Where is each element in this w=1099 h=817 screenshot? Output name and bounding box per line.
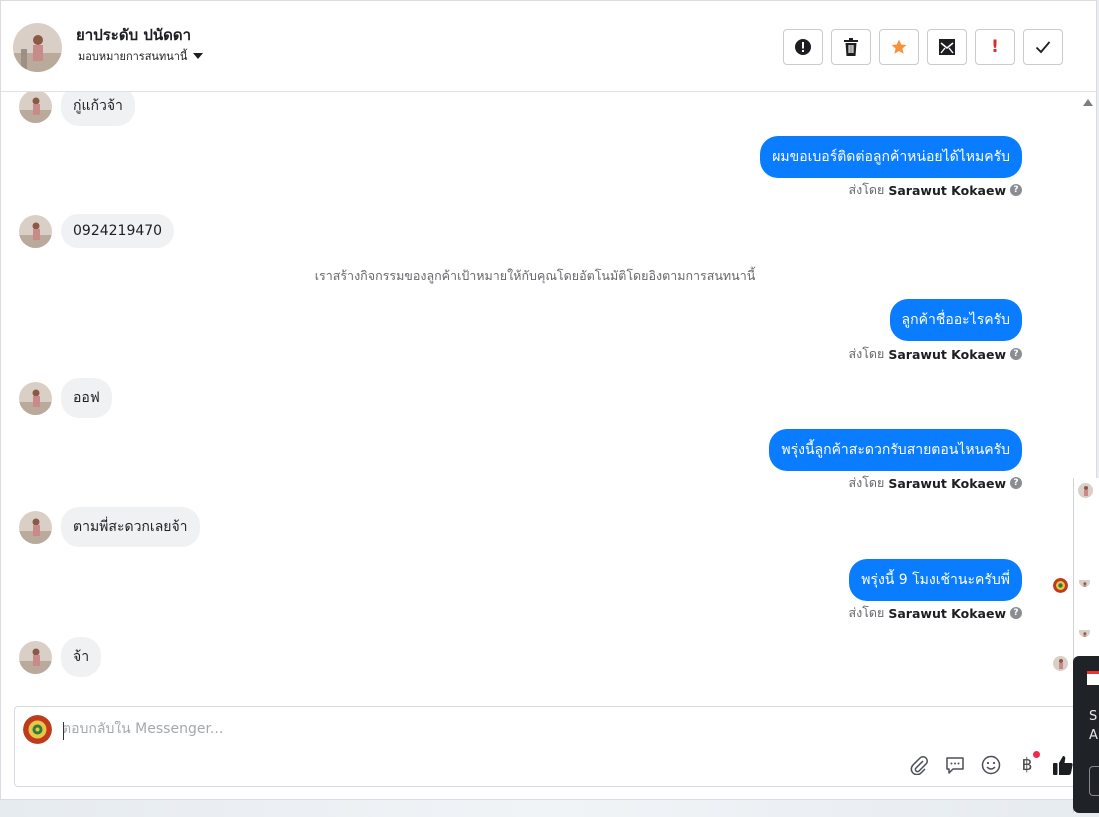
- contact-avatar[interactable]: [13, 23, 62, 72]
- message-bubble: ตามพี่สะดวกเลยจ้า: [61, 507, 200, 547]
- toast-line-1: S: [1089, 709, 1098, 724]
- check-icon: [1035, 41, 1051, 54]
- message-bubble: จ้า: [61, 637, 102, 677]
- contact-avatar: [19, 92, 52, 123]
- sent-by-prefix: ส่งโดย: [848, 182, 885, 197]
- outgoing-message: ลูกค้าชื่ออะไรครับ: [889, 299, 1022, 341]
- toast-button[interactable]: [1089, 766, 1099, 796]
- message-bubble: ผมขอเบอร์ติดต่อลูกค้าหน่อยได้ไหมครับ: [760, 136, 1022, 178]
- reply-composer: ฿: [14, 706, 1089, 787]
- star-icon: [891, 39, 907, 54]
- sent-by-prefix: ส่งโดย: [848, 475, 885, 490]
- paperclip-icon: [910, 756, 928, 775]
- incoming-message: 0924219470: [19, 214, 175, 248]
- assign-label: มอบหมายการสนทนานี้: [78, 50, 188, 63]
- system-notice: เราสร้างกิจกรรมของลูกค้าเป้าหมายให้กับคุ…: [314, 268, 756, 283]
- seen-by-contact-avatar: [1053, 656, 1068, 671]
- seen-by-page-avatar: [1053, 578, 1068, 593]
- help-icon[interactable]: ?: [1010, 607, 1022, 619]
- messenger-inbox-window: ยาประดับ ปนัดดา มอบหมายการสนทนานี้ ! กู่…: [0, 0, 1097, 800]
- header-actions: !: [783, 29, 1063, 65]
- sender-name: Sarawut Kokaew: [888, 182, 1006, 198]
- sent-by-line: ส่งโดย Sarawut Kokaew ?: [848, 603, 1022, 623]
- sender-name: Sarawut Kokaew: [888, 475, 1006, 491]
- conversation-header: ยาประดับ ปนัดดา มอบหมายการสนทนานี้ !: [1, 1, 1096, 92]
- alert-circle-icon: [795, 39, 811, 55]
- message-bubble: ลูกค้าชื่ออะไรครับ: [889, 299, 1022, 341]
- text-cursor: [63, 722, 64, 740]
- message-bubble: พรุ่งนี้ 9 โมงเช้านะครับพี่: [849, 559, 1022, 601]
- help-icon[interactable]: ?: [1010, 348, 1022, 360]
- toast-line-2: A: [1089, 728, 1098, 743]
- mark-unread-icon: [939, 39, 955, 55]
- message-bubble: กู่แก้วจ้า: [61, 92, 135, 126]
- caret-down-icon: [193, 53, 204, 59]
- sent-by-prefix: ส่งโดย: [848, 605, 885, 620]
- incoming-message: จ้า: [19, 637, 102, 677]
- sent-by-line: ส่งโดย Sarawut Kokaew ?: [848, 180, 1022, 200]
- contact-avatar: [1079, 576, 1090, 587]
- emoji-icon: [981, 755, 1001, 775]
- mark-spam-button[interactable]: !: [975, 29, 1015, 65]
- incoming-message: ออฟ: [19, 378, 112, 418]
- sender-name: Sarawut Kokaew: [888, 346, 1006, 362]
- contact-avatar: [19, 640, 52, 674]
- message-bubble: พรุ่งนี้ลูกค้าสะดวกรับสายตอนไหนครับ: [769, 429, 1022, 471]
- incoming-message: ตามพี่สะดวกเลยจ้า: [19, 507, 200, 547]
- page-avatar: [23, 715, 52, 744]
- contact-avatar: [19, 381, 52, 415]
- composer-tools: ฿: [908, 751, 1074, 776]
- contact-name: ยาประดับ ปนัดดา: [76, 26, 192, 44]
- thumbs-up-icon: [1053, 756, 1073, 775]
- outgoing-message: พรุ่งนี้ลูกค้าสะดวกรับสายตอนไหนครับ: [769, 429, 1022, 471]
- help-icon[interactable]: ?: [1010, 184, 1022, 196]
- saved-replies-button[interactable]: [944, 754, 966, 776]
- message-bubble: ออฟ: [61, 378, 112, 418]
- sender-name: Sarawut Kokaew: [888, 605, 1006, 621]
- mark-unread-button[interactable]: [927, 29, 967, 65]
- exclamation-icon: !: [991, 37, 999, 57]
- scroll-up-arrow-icon[interactable]: [1083, 99, 1093, 106]
- incoming-message: กู่แก้วจ้า: [19, 92, 135, 126]
- outgoing-message: ผมขอเบอร์ติดต่อลูกค้าหน่อยได้ไหมครับ: [760, 136, 1022, 178]
- like-button[interactable]: [1052, 754, 1074, 776]
- reply-input[interactable]: [62, 721, 962, 737]
- mark-done-button[interactable]: [1023, 29, 1063, 65]
- contact-avatar: [19, 214, 52, 248]
- emoji-button[interactable]: [980, 754, 1002, 776]
- star-button[interactable]: [879, 29, 919, 65]
- payment-button[interactable]: ฿: [1016, 751, 1040, 776]
- message-bubble: 0924219470: [61, 214, 175, 248]
- assign-conversation-dropdown[interactable]: มอบหมายการสนทนานี้: [78, 47, 204, 65]
- contact-avatar: [1078, 483, 1093, 498]
- notification-toast[interactable]: S A: [1073, 656, 1099, 813]
- notification-dot: [1033, 751, 1040, 758]
- sent-by-prefix: ส่งโดย: [848, 346, 885, 361]
- message-thread[interactable]: กู่แก้วจ้า ผมขอเบอร์ติดต่อลูกค้าหน่อยได้…: [1, 92, 1071, 704]
- page-background: [0, 800, 1099, 817]
- trash-icon: [844, 38, 858, 56]
- delete-button[interactable]: [831, 29, 871, 65]
- calendar-icon: [1087, 671, 1099, 685]
- outgoing-message: พรุ่งนี้ 9 โมงเช้านะครับพี่: [849, 559, 1022, 601]
- contact-avatar: [19, 510, 52, 544]
- sent-by-line: ส่งโดย Sarawut Kokaew ?: [848, 344, 1022, 364]
- baht-payment-icon: ฿: [1021, 755, 1033, 775]
- saved-reply-icon: [946, 757, 964, 774]
- sent-by-line: ส่งโดย Sarawut Kokaew ?: [848, 473, 1022, 493]
- attach-button[interactable]: [908, 754, 930, 776]
- contact-avatar: [1079, 626, 1090, 637]
- help-icon[interactable]: ?: [1010, 477, 1022, 489]
- report-button[interactable]: [783, 29, 823, 65]
